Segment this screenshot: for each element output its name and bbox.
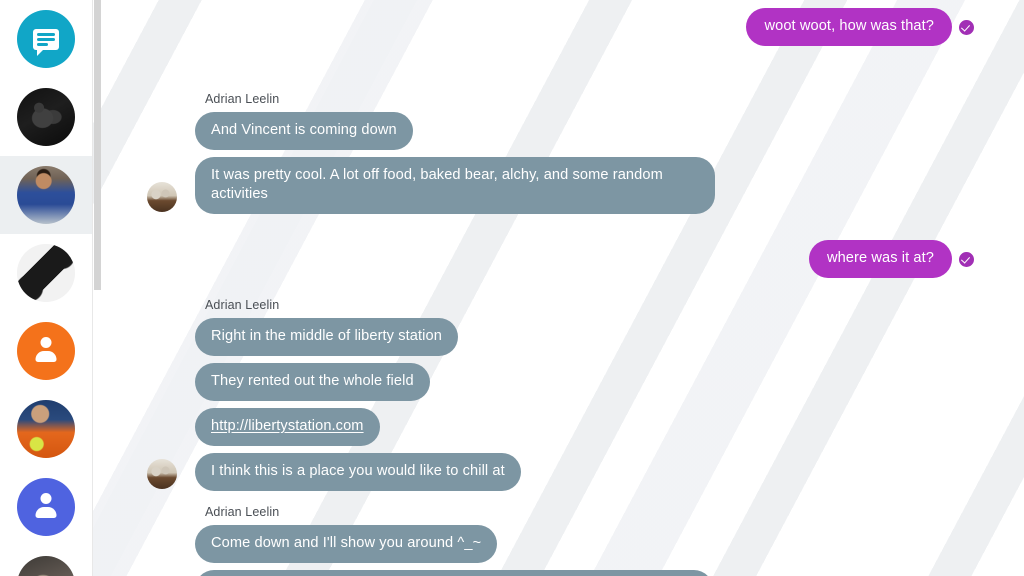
message-bubble-outgoing[interactable]: woot woot, how was that? [746,8,952,46]
message-row-incoming: Adrian Leelin And Vincent is coming down… [93,92,1024,214]
chat-message-panel: woot woot, how was that? Adrian Leelin A… [92,0,1024,576]
chat-app-icon [17,10,75,68]
chat-application: woot woot, how was that? Adrian Leelin A… [0,0,1024,576]
sidebar-item-conversation-5[interactable] [0,390,92,468]
message-bubble-incoming[interactable]: They rented out the whole field [195,363,430,401]
outgoing-message[interactable]: where was it at? [808,240,974,278]
message-sender-name: Adrian Leelin [205,298,280,312]
read-receipt-check-icon [959,19,974,35]
message-bubble-incoming[interactable]: It's cause we had a big group we weren't… [195,570,713,576]
conversation-avatar-partial [17,556,75,576]
read-receipt-check-icon [959,251,974,267]
conversation-avatar-basketball [17,166,75,224]
message-row-outgoing: woot woot, how was that? [93,8,1024,46]
conversation-avatar-dark [17,88,75,146]
message-group: Adrian Leelin Come down and I'll show yo… [139,505,763,576]
sidebar-item-conversation-1[interactable] [0,78,92,156]
message-group: Adrian Leelin Right in the middle of lib… [139,298,571,491]
message-bubble-outgoing[interactable]: where was it at? [808,240,952,278]
message-scrollbar-thumb[interactable] [94,0,101,290]
sender-avatar [147,182,177,212]
message-sender-name: Adrian Leelin [205,505,280,519]
message-bubble-incoming[interactable]: Right in the middle of liberty station [195,318,458,356]
sidebar-item-chat-app[interactable] [0,0,92,78]
message-bubble-incoming[interactable]: And Vincent is coming down [195,112,413,150]
message-scrollbar[interactable] [93,0,101,576]
message-row-incoming: Adrian Leelin Come down and I'll show yo… [93,505,1024,576]
sidebar-item-conversation-3[interactable] [0,234,92,312]
sidebar-item-conversation-2-selected[interactable] [0,156,92,234]
message-link-text[interactable]: http://libertystation.com [211,418,364,434]
sidebar-item-conversation-6[interactable] [0,468,92,546]
sender-avatar [147,459,177,489]
message-bubble-link[interactable]: http://libertystation.com [195,408,380,446]
person-icon-blue [17,478,75,536]
conversation-avatar-tennis [17,400,75,458]
sidebar-item-conversation-7[interactable] [0,546,92,576]
message-bubble-incoming[interactable]: I think this is a place you would like t… [195,453,521,491]
message-list: woot woot, how was that? Adrian Leelin A… [93,0,1024,576]
person-icon-orange [17,322,75,380]
message-sender-name: Adrian Leelin [205,92,280,106]
message-group: Adrian Leelin And Vincent is coming down… [139,92,765,214]
conversation-avatar-dota [17,244,75,302]
message-bubble-incoming[interactable]: It was pretty cool. A lot off food, bake… [195,157,715,214]
message-bubble-incoming[interactable]: Come down and I'll show you around ^_~ [195,525,498,563]
outgoing-message[interactable]: woot woot, how was that? [746,8,974,46]
message-row-incoming: Adrian Leelin Right in the middle of lib… [93,298,1024,491]
sidebar-item-conversation-4[interactable] [0,312,92,390]
message-row-outgoing: where was it at? [93,240,1024,278]
conversation-sidebar [0,0,92,576]
